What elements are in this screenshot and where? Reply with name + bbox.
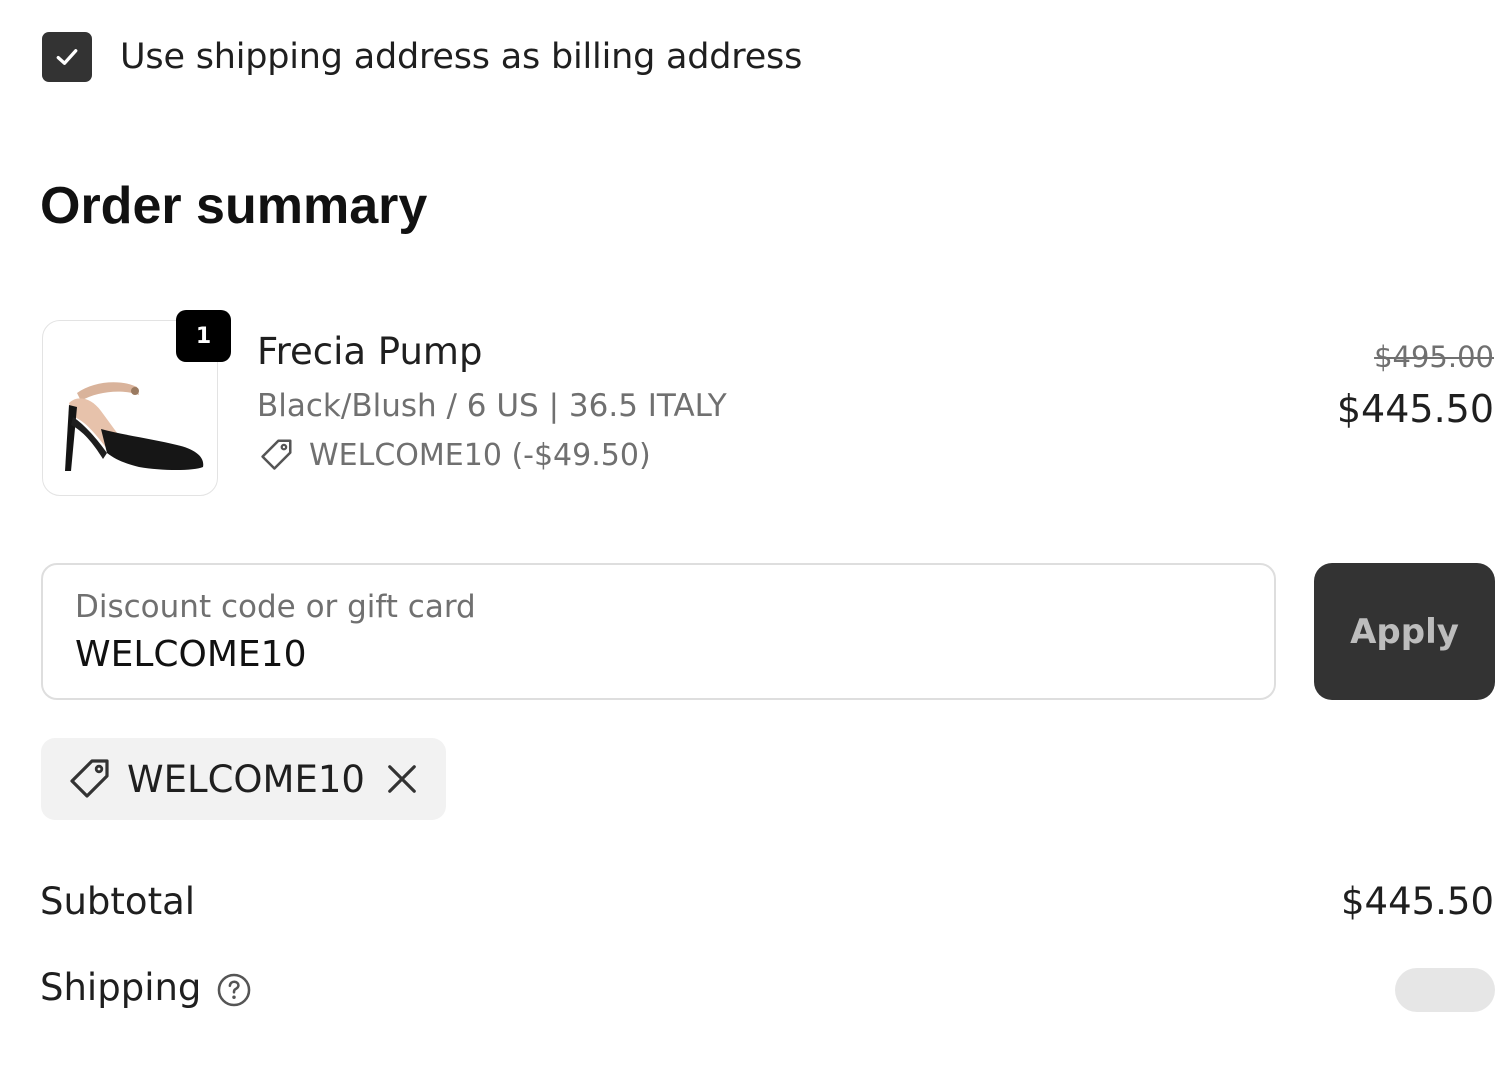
apply-button[interactable]: Apply — [1314, 563, 1495, 700]
question-circle-icon[interactable] — [215, 971, 253, 1009]
order-summary-title: Order summary — [40, 177, 428, 235]
tag-icon — [261, 439, 292, 470]
discount-field-label: Discount code or gift card — [75, 589, 476, 625]
subtotal-label: Subtotal — [40, 880, 196, 923]
applied-discount-code: WELCOME10 — [127, 757, 365, 801]
applied-discount-chip: WELCOME10 — [41, 738, 446, 820]
close-icon[interactable] — [381, 758, 423, 800]
discount-code-field[interactable]: Discount code or gift card — [41, 563, 1276, 700]
quantity-badge: 1 — [176, 310, 231, 362]
discounted-price: $445.50 — [1336, 387, 1494, 431]
shipping-label: Shipping — [40, 966, 202, 1009]
shipping-value-loading — [1395, 968, 1495, 1012]
shipping-row: Shipping — [40, 966, 253, 1009]
billing-address-checkbox-row[interactable]: Use shipping address as billing address — [42, 32, 802, 82]
billing-checkbox[interactable] — [42, 32, 92, 82]
billing-checkbox-label[interactable]: Use shipping address as billing address — [120, 37, 802, 77]
original-price: $495.00 — [1374, 340, 1494, 374]
product-name: Frecia Pump — [257, 330, 483, 373]
line-item-discount-text: WELCOME10 (-$49.50) — [309, 437, 651, 473]
line-item-discount: WELCOME10 (-$49.50) — [257, 436, 651, 474]
tag-icon — [70, 759, 109, 798]
checkout-summary-page: Use shipping address as billing address … — [0, 0, 1500, 1073]
product-variant: Black/Blush / 6 US | 36.5 ITALY — [257, 388, 727, 424]
discount-code-input[interactable] — [75, 631, 1225, 677]
subtotal-value: $445.50 — [1340, 880, 1494, 923]
checkmark-icon — [56, 49, 78, 65]
